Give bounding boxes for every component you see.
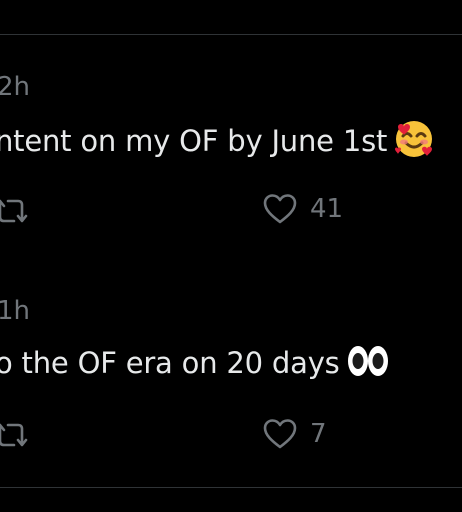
post-text: o the OF era on 20 days <box>0 343 390 387</box>
post-text: ntent on my OF by June 1st <box>0 118 435 168</box>
retweet-button[interactable] <box>0 420 28 450</box>
post-timestamp[interactable]: 1h <box>0 296 30 326</box>
retweet-button[interactable] <box>0 196 28 226</box>
like-count: 41 <box>310 194 344 224</box>
heart-icon <box>263 194 297 224</box>
smiling-face-with-hearts-icon <box>393 118 435 168</box>
post-timestamp[interactable]: 2h <box>0 72 30 102</box>
eyes-icon <box>346 343 390 387</box>
like-count: 7 <box>310 419 327 449</box>
retweet-icon <box>0 423 28 447</box>
top-divider <box>0 34 462 35</box>
like-button[interactable]: 7 <box>262 418 327 450</box>
retweet-icon <box>0 199 28 223</box>
like-button[interactable]: 41 <box>262 193 343 225</box>
post-text-content: ntent on my OF by June 1st <box>0 124 388 158</box>
bottom-divider <box>0 487 462 488</box>
heart-icon <box>263 419 297 449</box>
post-text-content: o the OF era on 20 days <box>0 346 340 380</box>
